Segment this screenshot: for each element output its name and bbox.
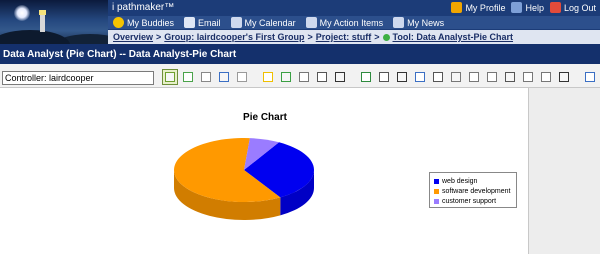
comment-icon[interactable] <box>556 69 572 85</box>
rectangle-icon-glyph <box>263 72 273 82</box>
action-items-icon <box>305 17 317 28</box>
top-nav: My Profile Help Log Out <box>451 2 596 13</box>
controller-field[interactable]: Controller: lairdcooper <box>2 71 154 85</box>
gear-icon-glyph <box>523 72 533 82</box>
flowchart-icon[interactable] <box>412 69 428 85</box>
nav-my-buddies[interactable]: My Buddies <box>113 17 174 28</box>
histogram-icon[interactable] <box>502 69 518 85</box>
link-icon-glyph <box>397 72 407 82</box>
breadcrumb-overview[interactable]: Overview <box>113 32 153 42</box>
chart-data-icon-glyph <box>183 72 193 82</box>
chart-data-icon[interactable] <box>180 69 196 85</box>
bar-chart-icon-glyph <box>361 72 371 82</box>
rectangle-icon[interactable] <box>260 69 276 85</box>
page-title: Data Analyst (Pie Chart) -- Data Analyst… <box>0 44 600 64</box>
breadcrumb: Overview > Group: lairdcooper's First Gr… <box>108 30 600 44</box>
table-icon-glyph <box>379 72 389 82</box>
app-header: i pathmaker™ My Profile Help Log Out My … <box>0 0 600 44</box>
grid-icon[interactable] <box>296 69 312 85</box>
smiley-icon <box>113 17 124 28</box>
pie-chart-icon[interactable] <box>162 69 178 85</box>
undo-icon-glyph <box>335 72 345 82</box>
help-icon[interactable] <box>582 69 598 85</box>
print-icon-glyph <box>201 72 211 82</box>
scissors-icon-glyph <box>317 72 327 82</box>
tree-icon[interactable] <box>430 69 446 85</box>
main-nav: My Buddies Email My Calendar My Action I… <box>108 16 600 29</box>
breadcrumb-group[interactable]: Group: lairdcooper's First Group <box>164 32 304 42</box>
copy-icon[interactable] <box>216 69 232 85</box>
app-brand: i pathmaker™ <box>112 2 175 13</box>
toolbar-separator <box>350 69 356 85</box>
histogram-icon-glyph <box>505 72 515 82</box>
pie-chart-icon-glyph <box>165 72 175 82</box>
pie-chart <box>173 138 314 220</box>
nav-my-news[interactable]: My News <box>393 17 444 28</box>
tree-icon-glyph <box>433 72 443 82</box>
help-icon-glyph <box>585 72 595 82</box>
settings-icon[interactable] <box>538 69 554 85</box>
breadcrumb-tool[interactable]: Tool: Data Analyst-Pie Chart <box>393 32 514 42</box>
chart-legend: web design software development customer… <box>429 172 517 208</box>
nav-email[interactable]: Email <box>184 17 221 28</box>
comment-icon-glyph <box>559 72 569 82</box>
gear-icon[interactable] <box>520 69 536 85</box>
network-icon[interactable] <box>466 69 482 85</box>
network-icon-glyph <box>469 72 479 82</box>
scissors-icon[interactable] <box>314 69 330 85</box>
undo-icon[interactable] <box>332 69 348 85</box>
status-dot-icon <box>382 33 390 41</box>
toolbar-separator <box>252 69 258 85</box>
table-icon[interactable] <box>376 69 392 85</box>
settings-icon-glyph <box>541 72 551 82</box>
nav-my-calendar[interactable]: My Calendar <box>230 17 296 28</box>
link-icon[interactable] <box>394 69 410 85</box>
flowchart-icon-glyph <box>415 72 425 82</box>
toolbar: Controller: lairdcooper <box>0 64 600 88</box>
grid-icon-glyph <box>299 72 309 82</box>
legend-item: customer support <box>434 196 512 206</box>
calendar-icon <box>230 17 242 28</box>
help-link[interactable]: Help <box>511 2 544 13</box>
pen-icon-glyph <box>281 72 291 82</box>
breadcrumb-project[interactable]: Project: stuff <box>316 32 372 42</box>
org-chart-icon[interactable] <box>448 69 464 85</box>
print-icon[interactable] <box>198 69 214 85</box>
legend-swatch <box>434 198 439 204</box>
help-icon <box>511 2 523 13</box>
list-icon[interactable] <box>484 69 500 85</box>
chart-area: Pie Chart web design software developmen… <box>0 88 528 254</box>
copy-icon-glyph <box>219 72 229 82</box>
pen-icon[interactable] <box>278 69 294 85</box>
email-icon <box>184 17 196 28</box>
legend-swatch <box>434 188 439 194</box>
legend-swatch <box>434 178 439 184</box>
paste-icon[interactable] <box>234 69 250 85</box>
my-profile-link[interactable]: My Profile <box>451 2 505 13</box>
list-icon-glyph <box>487 72 497 82</box>
legend-item: software development <box>434 186 512 196</box>
legend-item: web design <box>434 176 512 186</box>
log-out-icon <box>549 2 561 13</box>
news-icon <box>393 17 405 28</box>
paste-icon-glyph <box>237 72 247 82</box>
toolbar-icons <box>162 69 598 85</box>
log-out-link[interactable]: Log Out <box>549 2 596 13</box>
right-panel <box>528 88 600 254</box>
nav-my-action-items[interactable]: My Action Items <box>305 17 383 28</box>
org-chart-icon-glyph <box>451 72 461 82</box>
bar-chart-icon[interactable] <box>358 69 374 85</box>
user-icon <box>451 2 463 13</box>
toolbar-separator <box>574 69 580 85</box>
lighthouse-logo <box>0 0 108 44</box>
